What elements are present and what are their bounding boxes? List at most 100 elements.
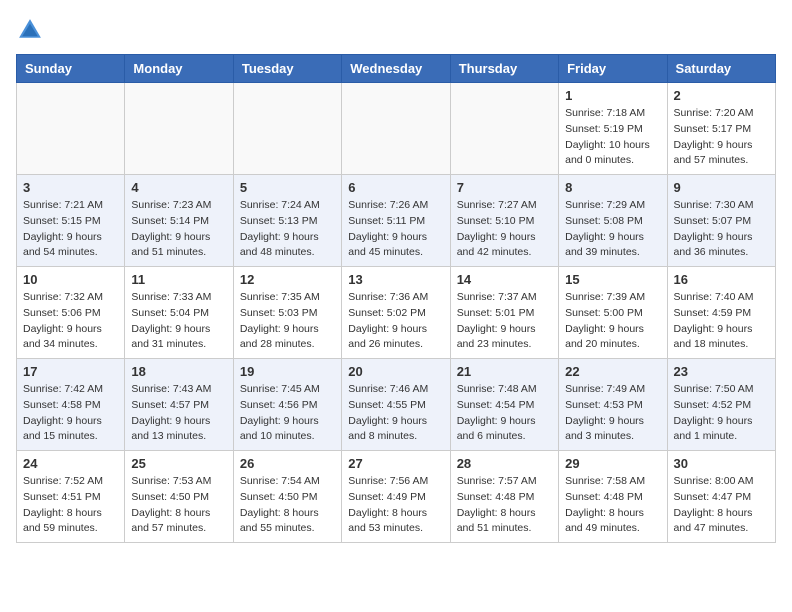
day-info: Sunrise: 7:58 AM Sunset: 4:48 PM Dayligh…	[565, 474, 660, 537]
day-cell: 14Sunrise: 7:37 AM Sunset: 5:01 PM Dayli…	[450, 267, 558, 359]
day-info: Sunrise: 7:50 AM Sunset: 4:52 PM Dayligh…	[674, 382, 769, 445]
day-cell: 13 Sunrise: 7:36 AM Sunset: 5:02 PM Dayli…	[342, 267, 450, 359]
day-cell: 24Sunrise: 7:52 AM Sunset: 4:51 PM Dayli…	[17, 451, 125, 543]
day-info: Sunrise: 8:00 AM Sunset: 4:47 PM Dayligh…	[674, 474, 769, 537]
day-number: 5	[240, 180, 335, 195]
weekday-header-thursday: Thursday	[450, 55, 558, 83]
day-cell: 4 Sunrise: 7:23 AM Sunset: 5:14 PM Daylig…	[125, 175, 233, 267]
week-row-1: 1 Sunrise: 7:18 AM Sunset: 5:19 PM Daylig…	[17, 83, 776, 175]
day-cell: 28Sunrise: 7:57 AM Sunset: 4:48 PM Dayli…	[450, 451, 558, 543]
day-cell	[342, 83, 450, 175]
day-cell: 16 Sunrise: 7:40 AM Sunset: 4:59 PM Dayli…	[667, 267, 775, 359]
day-cell: 23 Sunrise: 7:50 AM Sunset: 4:52 PM Dayli…	[667, 359, 775, 451]
day-number: 27	[348, 456, 443, 471]
day-cell	[125, 83, 233, 175]
day-cell: 2Sunrise: 7:20 AM Sunset: 5:17 PM Daylig…	[667, 83, 775, 175]
day-number: 6	[348, 180, 443, 195]
day-info: Sunrise: 7:21 AM Sunset: 5:15 PM Dayligh…	[23, 198, 118, 261]
day-cell: 30 Sunrise: 8:00 AM Sunset: 4:47 PM Dayli…	[667, 451, 775, 543]
day-info: Sunrise: 7:35 AM Sunset: 5:03 PM Dayligh…	[240, 290, 335, 353]
day-number: 1	[565, 88, 660, 103]
logo	[16, 16, 48, 44]
day-info: Sunrise: 7:53 AM Sunset: 4:50 PM Dayligh…	[131, 474, 226, 537]
day-info: Sunrise: 7:30 AM Sunset: 5:07 PM Dayligh…	[674, 198, 769, 261]
day-number: 3	[23, 180, 118, 195]
day-info: Sunrise: 7:54 AM Sunset: 4:50 PM Dayligh…	[240, 474, 335, 537]
day-number: 14	[457, 272, 552, 287]
day-info: Sunrise: 7:24 AM Sunset: 5:13 PM Dayligh…	[240, 198, 335, 261]
weekday-header-saturday: Saturday	[667, 55, 775, 83]
day-info: Sunrise: 7:33 AM Sunset: 5:04 PM Dayligh…	[131, 290, 226, 353]
day-cell: 15 Sunrise: 7:39 AM Sunset: 5:00 PM Dayli…	[559, 267, 667, 359]
week-row-5: 24Sunrise: 7:52 AM Sunset: 4:51 PM Dayli…	[17, 451, 776, 543]
weekday-header-monday: Monday	[125, 55, 233, 83]
day-cell: 7 Sunrise: 7:27 AM Sunset: 5:10 PM Daylig…	[450, 175, 558, 267]
day-cell: 20 Sunrise: 7:46 AM Sunset: 4:55 PM Dayli…	[342, 359, 450, 451]
day-cell: 10 Sunrise: 7:32 AM Sunset: 5:06 PM Dayli…	[17, 267, 125, 359]
day-cell	[233, 83, 341, 175]
day-cell: 17 Sunrise: 7:42 AM Sunset: 4:58 PM Dayli…	[17, 359, 125, 451]
day-number: 20	[348, 364, 443, 379]
weekday-header-friday: Friday	[559, 55, 667, 83]
logo-icon	[16, 16, 44, 44]
day-cell: 21 Sunrise: 7:48 AM Sunset: 4:54 PM Dayli…	[450, 359, 558, 451]
day-number: 29	[565, 456, 660, 471]
weekday-header-tuesday: Tuesday	[233, 55, 341, 83]
day-info: Sunrise: 7:20 AM Sunset: 5:17 PM Dayligh…	[674, 106, 769, 169]
day-info: Sunrise: 7:29 AM Sunset: 5:08 PM Dayligh…	[565, 198, 660, 261]
day-cell: 8Sunrise: 7:29 AM Sunset: 5:08 PM Daylig…	[559, 175, 667, 267]
day-number: 22	[565, 364, 660, 379]
week-row-2: 3 Sunrise: 7:21 AM Sunset: 5:15 PM Daylig…	[17, 175, 776, 267]
weekday-header-wednesday: Wednesday	[342, 55, 450, 83]
day-info: Sunrise: 7:39 AM Sunset: 5:00 PM Dayligh…	[565, 290, 660, 353]
day-cell: 6 Sunrise: 7:26 AM Sunset: 5:11 PM Daylig…	[342, 175, 450, 267]
day-number: 30	[674, 456, 769, 471]
day-number: 18	[131, 364, 226, 379]
calendar: SundayMondayTuesdayWednesdayThursdayFrid…	[16, 54, 776, 543]
day-info: Sunrise: 7:49 AM Sunset: 4:53 PM Dayligh…	[565, 382, 660, 445]
week-row-4: 17 Sunrise: 7:42 AM Sunset: 4:58 PM Dayli…	[17, 359, 776, 451]
day-number: 17	[23, 364, 118, 379]
day-number: 12	[240, 272, 335, 287]
day-info: Sunrise: 7:48 AM Sunset: 4:54 PM Dayligh…	[457, 382, 552, 445]
day-cell: 19Sunrise: 7:45 AM Sunset: 4:56 PM Dayli…	[233, 359, 341, 451]
day-info: Sunrise: 7:26 AM Sunset: 5:11 PM Dayligh…	[348, 198, 443, 261]
day-number: 25	[131, 456, 226, 471]
week-row-3: 10 Sunrise: 7:32 AM Sunset: 5:06 PM Dayli…	[17, 267, 776, 359]
day-cell: 25 Sunrise: 7:53 AM Sunset: 4:50 PM Dayli…	[125, 451, 233, 543]
day-cell: 5 Sunrise: 7:24 AM Sunset: 5:13 PM Daylig…	[233, 175, 341, 267]
day-info: Sunrise: 7:18 AM Sunset: 5:19 PM Dayligh…	[565, 106, 660, 169]
day-number: 24	[23, 456, 118, 471]
day-info: Sunrise: 7:40 AM Sunset: 4:59 PM Dayligh…	[674, 290, 769, 353]
day-cell: 26Sunrise: 7:54 AM Sunset: 4:50 PM Dayli…	[233, 451, 341, 543]
day-number: 15	[565, 272, 660, 287]
day-info: Sunrise: 7:32 AM Sunset: 5:06 PM Dayligh…	[23, 290, 118, 353]
day-number: 16	[674, 272, 769, 287]
day-number: 4	[131, 180, 226, 195]
day-cell: 11 Sunrise: 7:33 AM Sunset: 5:04 PM Dayli…	[125, 267, 233, 359]
day-number: 13	[348, 272, 443, 287]
day-cell: 22 Sunrise: 7:49 AM Sunset: 4:53 PM Dayli…	[559, 359, 667, 451]
weekday-header-sunday: Sunday	[17, 55, 125, 83]
day-cell: 9 Sunrise: 7:30 AM Sunset: 5:07 PM Daylig…	[667, 175, 775, 267]
day-cell: 1 Sunrise: 7:18 AM Sunset: 5:19 PM Daylig…	[559, 83, 667, 175]
day-info: Sunrise: 7:57 AM Sunset: 4:48 PM Dayligh…	[457, 474, 552, 537]
day-number: 9	[674, 180, 769, 195]
day-info: Sunrise: 7:43 AM Sunset: 4:57 PM Dayligh…	[131, 382, 226, 445]
day-number: 7	[457, 180, 552, 195]
day-number: 11	[131, 272, 226, 287]
day-info: Sunrise: 7:56 AM Sunset: 4:49 PM Dayligh…	[348, 474, 443, 537]
day-cell: 18 Sunrise: 7:43 AM Sunset: 4:57 PM Dayli…	[125, 359, 233, 451]
day-info: Sunrise: 7:45 AM Sunset: 4:56 PM Dayligh…	[240, 382, 335, 445]
weekday-header-row: SundayMondayTuesdayWednesdayThursdayFrid…	[17, 55, 776, 83]
day-number: 23	[674, 364, 769, 379]
day-cell: 27 Sunrise: 7:56 AM Sunset: 4:49 PM Dayli…	[342, 451, 450, 543]
day-info: Sunrise: 7:42 AM Sunset: 4:58 PM Dayligh…	[23, 382, 118, 445]
day-info: Sunrise: 7:46 AM Sunset: 4:55 PM Dayligh…	[348, 382, 443, 445]
day-info: Sunrise: 7:36 AM Sunset: 5:02 PM Dayligh…	[348, 290, 443, 353]
day-number: 10	[23, 272, 118, 287]
day-cell	[450, 83, 558, 175]
day-info: Sunrise: 7:27 AM Sunset: 5:10 PM Dayligh…	[457, 198, 552, 261]
day-info: Sunrise: 7:23 AM Sunset: 5:14 PM Dayligh…	[131, 198, 226, 261]
day-number: 21	[457, 364, 552, 379]
